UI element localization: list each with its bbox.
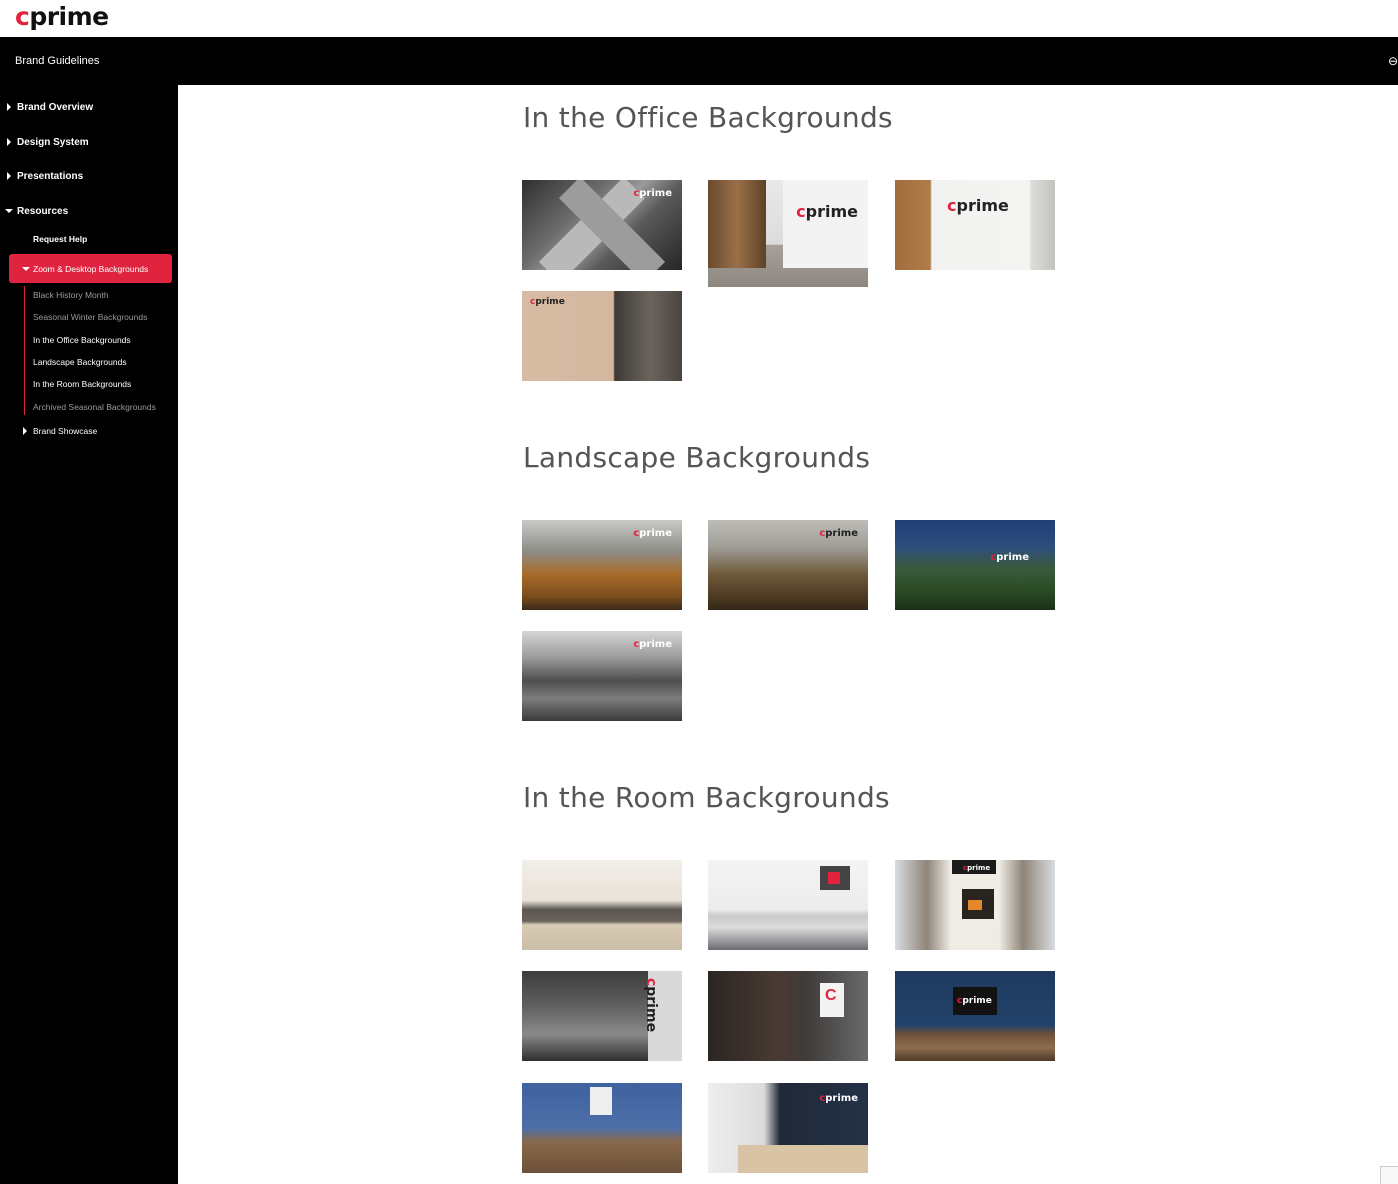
caret-right-icon bbox=[7, 138, 11, 146]
decor bbox=[968, 900, 982, 910]
scroll-corner[interactable] bbox=[1380, 1166, 1398, 1184]
thumbnail-logo: cprime bbox=[642, 977, 659, 1033]
sidebar-item-label: Zoom & Desktop Backgrounds bbox=[33, 264, 149, 274]
sidebar-item-office-backgrounds[interactable]: In the Office Backgrounds bbox=[33, 335, 131, 345]
thumbnail-office-skyscrapers[interactable]: cprime bbox=[522, 180, 682, 270]
thumbnail-room-fireplace[interactable]: cprime bbox=[895, 860, 1055, 950]
decor: C bbox=[825, 987, 837, 1004]
sidebar-item-design-system[interactable]: Design System bbox=[17, 137, 89, 148]
thumbnail-logo: cprime bbox=[633, 639, 672, 650]
sidebar-item-brand-overview[interactable]: Brand Overview bbox=[17, 102, 93, 113]
sidebar-item-room-backgrounds[interactable]: In the Room Backgrounds bbox=[33, 379, 131, 389]
sidebar-item-zoom-backgrounds[interactable]: Zoom & Desktop Backgrounds bbox=[9, 254, 172, 283]
thumbnail-logo: cprime bbox=[990, 552, 1029, 563]
thumbnail-logo: cprime bbox=[819, 528, 858, 539]
thumbnail-room-white-lounge[interactable] bbox=[708, 860, 868, 950]
thumbnail-room-navy-wall[interactable]: cprime bbox=[895, 971, 1055, 1061]
decor bbox=[590, 1087, 612, 1115]
thumbnail-office-window[interactable]: cprime bbox=[522, 291, 682, 381]
thumbnail-room-loft[interactable]: cprime bbox=[522, 971, 682, 1061]
sidebar-item-presentations[interactable]: Presentations bbox=[17, 171, 83, 182]
thumbnail-room-dark-fireplace[interactable]: C bbox=[708, 971, 868, 1061]
active-section-indicator bbox=[24, 286, 25, 415]
caret-down-icon bbox=[22, 267, 30, 271]
sidebar-item-seasonal-winter[interactable]: Seasonal Winter Backgrounds bbox=[33, 312, 147, 322]
caret-right-icon bbox=[7, 172, 11, 180]
caret-right-icon bbox=[23, 427, 27, 435]
thumbnail-logo: cprime bbox=[633, 188, 672, 199]
thumbnail-landscape-foggy-forest[interactable]: cprime bbox=[708, 520, 868, 610]
decor bbox=[828, 872, 840, 884]
thumbnail-room-living-room[interactable] bbox=[522, 860, 682, 950]
title-bar: Brand Guidelines ⊖ bbox=[0, 37, 1398, 85]
sidebar-item-brand-showcase[interactable]: Brand Showcase bbox=[33, 426, 97, 436]
sidebar-item-resources[interactable]: Resources bbox=[17, 206, 68, 217]
cprime-logo[interactable]: cprime bbox=[15, 1, 109, 33]
sidebar-nav: Brand Overview Design System Presentatio… bbox=[0, 85, 178, 1184]
link-icon[interactable]: ⊖ bbox=[1388, 54, 1398, 68]
thumbnail-room-blue-office[interactable] bbox=[522, 1083, 682, 1173]
decor bbox=[738, 1145, 868, 1173]
decor bbox=[783, 180, 868, 268]
thumbnail-logo: cprime bbox=[796, 202, 858, 221]
thumbnail-logo: cprime bbox=[530, 297, 565, 307]
section-title-room: In the Room Backgrounds bbox=[523, 781, 890, 814]
caret-down-icon bbox=[5, 209, 13, 213]
thumbnail-office-wood-wall[interactable]: cprime bbox=[895, 180, 1055, 270]
section-title-office: In the Office Backgrounds bbox=[523, 101, 893, 134]
top-header: cprime bbox=[0, 0, 1398, 37]
thumbnail-logo: cprime bbox=[957, 996, 992, 1006]
thumbnail-office-hallway[interactable]: cprime bbox=[708, 180, 868, 287]
thumbnail-logo: cprime bbox=[963, 864, 991, 872]
sidebar-item-black-history-month[interactable]: Black History Month bbox=[33, 290, 109, 300]
section-title-landscape: Landscape Backgrounds bbox=[523, 441, 871, 474]
sidebar-item-landscape-backgrounds[interactable]: Landscape Backgrounds bbox=[33, 357, 127, 367]
caret-right-icon bbox=[7, 103, 11, 111]
thumbnail-landscape-pine-treetops[interactable]: cprime bbox=[895, 520, 1055, 610]
thumbnail-landscape-bw-mountains[interactable]: cprime bbox=[522, 631, 682, 721]
thumbnail-room-dark-office[interactable]: cprime bbox=[708, 1083, 868, 1173]
thumbnail-landscape-autumn-mountains[interactable]: cprime bbox=[522, 520, 682, 610]
sidebar-item-archived-seasonal[interactable]: Archived Seasonal Backgrounds bbox=[33, 402, 156, 412]
thumbnail-logo: cprime bbox=[633, 528, 672, 539]
site-title[interactable]: Brand Guidelines bbox=[15, 55, 99, 67]
thumbnail-logo: cprime bbox=[947, 196, 1009, 215]
decor bbox=[708, 180, 766, 268]
thumbnail-logo: cprime bbox=[819, 1093, 858, 1104]
sidebar-item-request-help[interactable]: Request Help bbox=[33, 234, 87, 244]
